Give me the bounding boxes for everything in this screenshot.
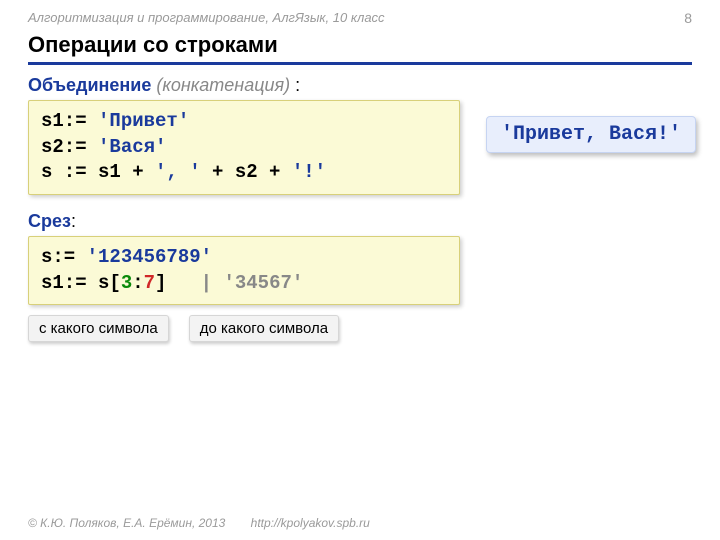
concat-code: s1:= 'Привет' s2:= 'Вася' s := s1 + ', '…	[28, 100, 460, 195]
annot-to: до какого символа	[189, 315, 339, 342]
slice-label-colon: :	[71, 211, 76, 231]
concat-label-colon: :	[290, 75, 300, 95]
page-number: 8	[684, 10, 692, 26]
concat-result: 'Привет, Вася!'	[486, 116, 696, 153]
annot-from: с какого символа	[28, 315, 169, 342]
footer: © К.Ю. Поляков, Е.А. Ерёмин, 2013 http:/…	[28, 516, 370, 530]
concat-label-main: Объединение	[28, 75, 151, 95]
footer-copyright: © К.Ю. Поляков, Е.А. Ерёмин, 2013	[28, 516, 225, 530]
section-slice-label: Срез:	[28, 211, 692, 232]
page-title: Операции со строками	[28, 32, 692, 65]
section-concat-label: Объединение (конкатенация) :	[28, 75, 692, 96]
concat-label-sub: (конкатенация)	[156, 75, 290, 95]
slice-annotations: с какого символа до какого символа	[28, 315, 692, 342]
series-title: Алгоритмизация и программирование, АлгЯз…	[28, 10, 385, 26]
topbar: Алгоритмизация и программирование, АлгЯз…	[28, 0, 692, 26]
slide: Алгоритмизация и программирование, АлгЯз…	[0, 0, 720, 540]
footer-url: http://kpolyakov.spb.ru	[251, 516, 370, 530]
concat-block: s1:= 'Привет' s2:= 'Вася' s := s1 + ', '…	[28, 100, 692, 195]
slice-block: s:= '123456789' s1:= s[3:7] | '34567'	[28, 236, 692, 305]
slice-label-main: Срез	[28, 211, 71, 231]
slice-code: s:= '123456789' s1:= s[3:7] | '34567'	[28, 236, 460, 305]
